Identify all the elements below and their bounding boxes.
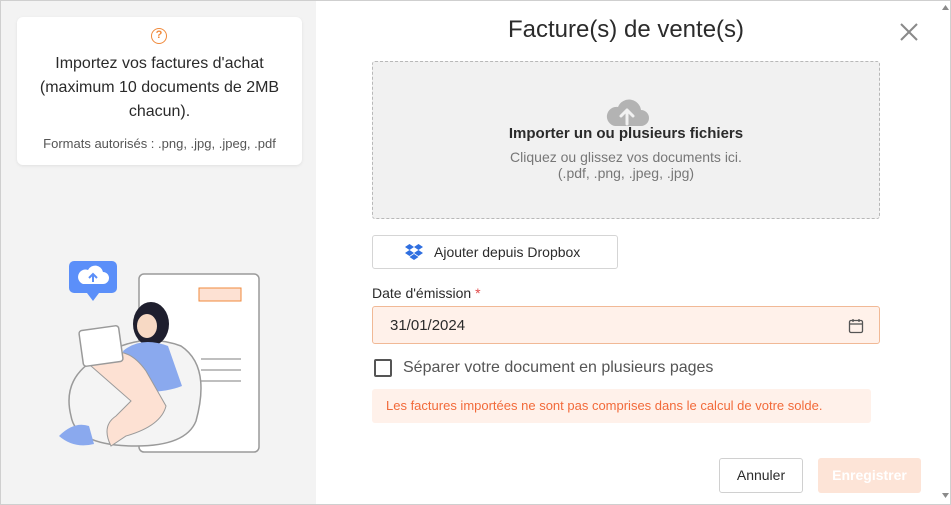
save-button[interactable]: Enregistrer <box>818 458 921 493</box>
close-icon[interactable] <box>898 21 920 43</box>
dropbox-button-label: Ajouter depuis Dropbox <box>434 244 581 260</box>
cancel-button[interactable]: Annuler <box>719 458 803 493</box>
split-pages-label[interactable]: Séparer votre document en plusieurs page… <box>403 359 713 377</box>
scrollbar[interactable] <box>939 1 951 505</box>
upload-modal: ? Importez vos factures d'achat (maximum… <box>0 0 951 505</box>
question-circle-icon: ? <box>151 28 167 44</box>
calendar-icon[interactable] <box>848 318 864 334</box>
info-panel: ? Importez vos factures d'achat (maximum… <box>1 1 316 504</box>
dropzone-title: Importer un ou plusieurs fichiers <box>508 125 744 142</box>
form-panel: Facture(s) de vente(s) Importer un ou pl… <box>316 1 950 504</box>
info-card: ? Importez vos factures d'achat (maximum… <box>17 17 302 165</box>
issue-date-label: Date d'émission * <box>372 285 481 301</box>
upload-illustration <box>59 261 260 453</box>
modal-title: Facture(s) de vente(s) <box>507 16 745 43</box>
issue-date-value: 31/01/2024 <box>390 317 466 334</box>
required-marker: * <box>475 285 481 301</box>
info-text: Importez vos factures d'achat (maximum 1… <box>39 55 280 120</box>
allowed-formats: Formats autorisés : .png, .jpg, .jpeg, .… <box>43 136 276 151</box>
issue-date-label-text: Date d'émission <box>372 285 472 301</box>
issue-date-input[interactable]: 31/01/2024 <box>372 306 880 344</box>
add-from-dropbox-button[interactable]: Ajouter depuis Dropbox <box>372 235 618 269</box>
cloud-upload-icon <box>606 99 649 126</box>
dropzone-formats: (.pdf, .png, .jpeg, .jpg) <box>557 165 695 181</box>
dropzone-subtitle: Cliquez ou glissez vos documents ici. (.… <box>373 149 879 181</box>
file-dropzone[interactable]: Importer un ou plusieurs fichiers Clique… <box>372 61 880 219</box>
warning-alert: Les factures importées ne sont pas compr… <box>372 389 871 423</box>
split-pages-checkbox[interactable] <box>374 359 392 377</box>
dropbox-icon <box>405 244 423 260</box>
dropzone-instructions: Cliquez ou glissez vos documents ici. <box>510 149 742 165</box>
